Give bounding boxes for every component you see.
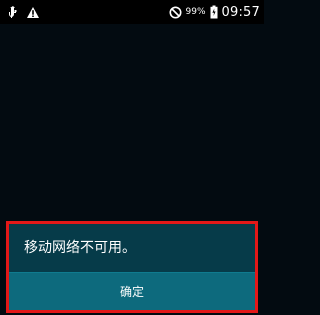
screen-background: 移动网络不可用。 确定 [0, 24, 264, 315]
usb-icon [8, 5, 18, 19]
status-left-group [8, 5, 40, 19]
confirm-button[interactable]: 确定 [9, 272, 255, 310]
do-not-disturb-icon [169, 6, 182, 19]
warning-icon [26, 6, 40, 19]
confirm-button-label: 确定 [119, 285, 144, 299]
dialog-message: 移动网络不可用。 [9, 224, 255, 272]
battery-charging-icon [210, 5, 218, 19]
network-unavailable-dialog: 移动网络不可用。 确定 [6, 221, 258, 313]
status-bar: 99% 09:57 [0, 0, 264, 24]
status-time: 09:57 [221, 4, 260, 20]
battery-percent: 99% [185, 6, 206, 17]
status-right-group: 99% 09:57 [169, 5, 260, 19]
